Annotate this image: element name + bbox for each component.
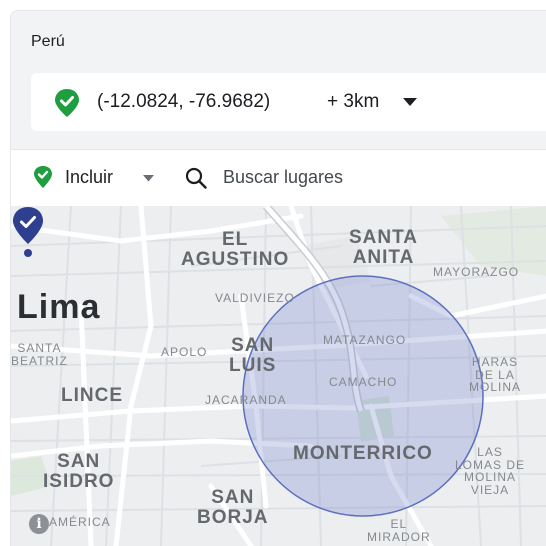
map-label-apolo: APOLO [161, 345, 208, 359]
map-label-lince: LINCE [61, 385, 123, 406]
map-label-camacho: CAMACHO [329, 375, 398, 389]
search-icon [185, 167, 207, 189]
map-label-america: AMÉRICA [49, 515, 111, 529]
map-label-monterrico: MONTERRICO [293, 443, 433, 464]
location-marker-icon[interactable] [11, 206, 45, 258]
include-pin-icon [34, 166, 52, 188]
country-label: Perú [31, 33, 65, 50]
map-label-santa-beatriz: SANTA BEATRIZ [11, 341, 68, 368]
map-label-haras-de-la-molina: HARAS DE LA MOLINA [469, 355, 522, 395]
map-label-san-luis: SAN LUIS [229, 335, 277, 376]
map-label-matazango: MATAZANGO [323, 333, 407, 347]
filter-toolbar: Incluir Buscar lugares [10, 150, 546, 206]
map-view[interactable]: Lima EL AGUSTINO SANTA ANITA MAYORAZGO V… [10, 206, 546, 546]
map-label-las-lomas-de-molina-vieja: LAS LOMAS DE MOLINA VIEJA [455, 445, 526, 497]
map-label-san-isidro: SAN ISIDRO [43, 451, 115, 492]
map-label-jacaranda: JACARANDA [205, 393, 287, 407]
map-city-label: Lima [17, 288, 101, 326]
map-label-mayorazgo: MAYORAZGO [433, 265, 520, 279]
map-label-el-mirador: EL MIRADOR [367, 517, 431, 544]
location-panel: Perú (-12.0824, -76.9682) + 3km [10, 10, 546, 150]
coordinates-text: (-12.0824, -76.9682) [97, 91, 271, 112]
chevron-down-icon[interactable] [143, 175, 154, 182]
search-input[interactable]: Buscar lugares [223, 167, 343, 188]
radius-selector[interactable]: + 3km [327, 91, 379, 113]
info-icon[interactable]: i [29, 514, 49, 534]
include-dropdown[interactable]: Incluir [65, 167, 113, 188]
map-label-valdiviezo: VALDIVIEZO [215, 291, 295, 305]
chevron-down-icon[interactable] [403, 98, 417, 107]
location-row[interactable]: (-12.0824, -76.9682) + 3km [31, 73, 546, 131]
map-label-el-agustino: EL AGUSTINO [181, 229, 290, 270]
map-label-san-borja: SAN BORJA [197, 487, 269, 528]
map-label-santa-anita: SANTA ANITA [349, 227, 419, 268]
include-pin-icon [55, 89, 79, 117]
